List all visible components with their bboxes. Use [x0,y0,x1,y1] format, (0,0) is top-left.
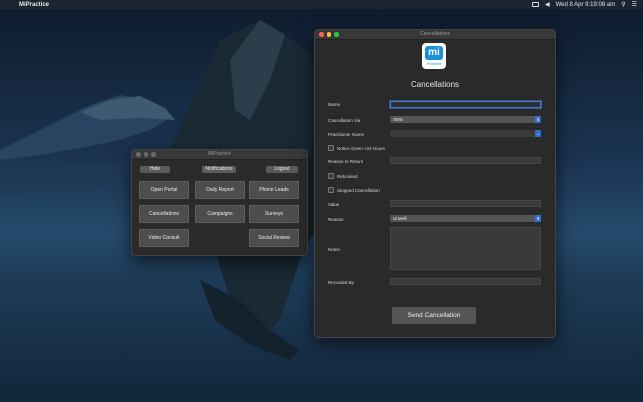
main-window: MiPractice Hide Notifications Logout Ope… [131,149,308,256]
stopped-label: Stopped Cancellation [337,187,380,193]
main-window-title: MiPractice [207,151,232,157]
reason-return-label: Reason to Return [328,159,364,164]
main-window-titlebar: MiPractice [132,150,307,160]
cancellations-window: Cancellations mi Practice Cancellations … [314,29,556,338]
phone-leads-button[interactable]: Phone Leads [249,181,299,199]
notifications-button[interactable]: Notifications [202,166,236,173]
stopped-checkbox[interactable]: Stopped Cancellation [328,187,380,193]
mipractice-logo: mi Practice [422,43,446,69]
search-icon[interactable]: ⚲ [621,1,625,8]
recorded-by-field[interactable] [390,278,541,285]
notes-label: Notes [328,247,340,252]
menu-bar: MiPractice ◀ Wed 8 Apr 9:19:08 am ⚲ ☰ [0,0,643,9]
notes-textarea[interactable] [390,227,541,270]
practitioner-select[interactable]: ⌄ [390,130,541,137]
recorded-by-label: Recorded By [328,280,355,285]
display-icon[interactable] [531,2,539,7]
chevron-updown-icon: ⬍ [535,215,541,222]
volume-icon[interactable]: ◀ [545,1,550,8]
checkbox-box [328,187,334,193]
logout-button[interactable]: Logout [266,166,298,173]
logo-mark: mi [425,46,443,60]
send-cancellation-button[interactable]: Send Cancellation [392,307,476,324]
value-field[interactable] [390,200,541,207]
notice-label: Notice Given <24 Hours [337,145,385,151]
form-heading: Cancellations [410,80,460,89]
rebooked-label: Rebooked [337,173,358,179]
rebooked-checkbox[interactable]: Rebooked [328,173,358,179]
hide-button[interactable]: Hide [140,166,170,173]
video-consult-button[interactable]: Video Consult [139,229,189,247]
open-portal-button[interactable]: Open Portal [139,181,189,199]
campaigns-button[interactable]: Campaigns [195,205,245,223]
checkbox-box [328,145,334,151]
notice-checkbox[interactable]: Notice Given <24 Hours [328,145,385,151]
list-icon[interactable]: ☰ [632,1,637,8]
checkbox-box [328,173,334,179]
name-field[interactable] [390,101,541,108]
cancellation-via-label: Cancellation Via [328,118,361,123]
menu-app-name[interactable]: MiPractice [19,2,49,8]
practitioner-label: Practitioner Name [328,132,365,137]
name-label: Name [328,102,341,107]
cancellation-via-select[interactable]: SMS ⬍ [390,116,541,123]
menu-datetime[interactable]: Wed 8 Apr 9:19:08 am [556,2,616,8]
value-label: Value [328,202,340,207]
cancellation-via-value: SMS [393,117,403,122]
chevron-down-icon: ⌄ [535,130,541,137]
social-review-button[interactable]: Social Review [249,229,299,247]
surveys-button[interactable]: Surveys [249,205,299,223]
daily-report-button[interactable]: Daily Report [195,181,245,199]
reason-value: Unwell [393,216,407,221]
reason-label: Reason [328,217,344,222]
reason-select[interactable]: Unwell ⬍ [390,215,541,222]
reason-return-field[interactable] [390,157,541,164]
cancellations-titlebar: Cancellations [315,30,555,40]
cancellations-window-title: Cancellations [419,31,451,37]
chevron-updown-icon: ⬍ [535,116,541,123]
cancellations-button[interactable]: Cancellations [139,205,189,223]
logo-subtitle: Practice [426,61,442,66]
